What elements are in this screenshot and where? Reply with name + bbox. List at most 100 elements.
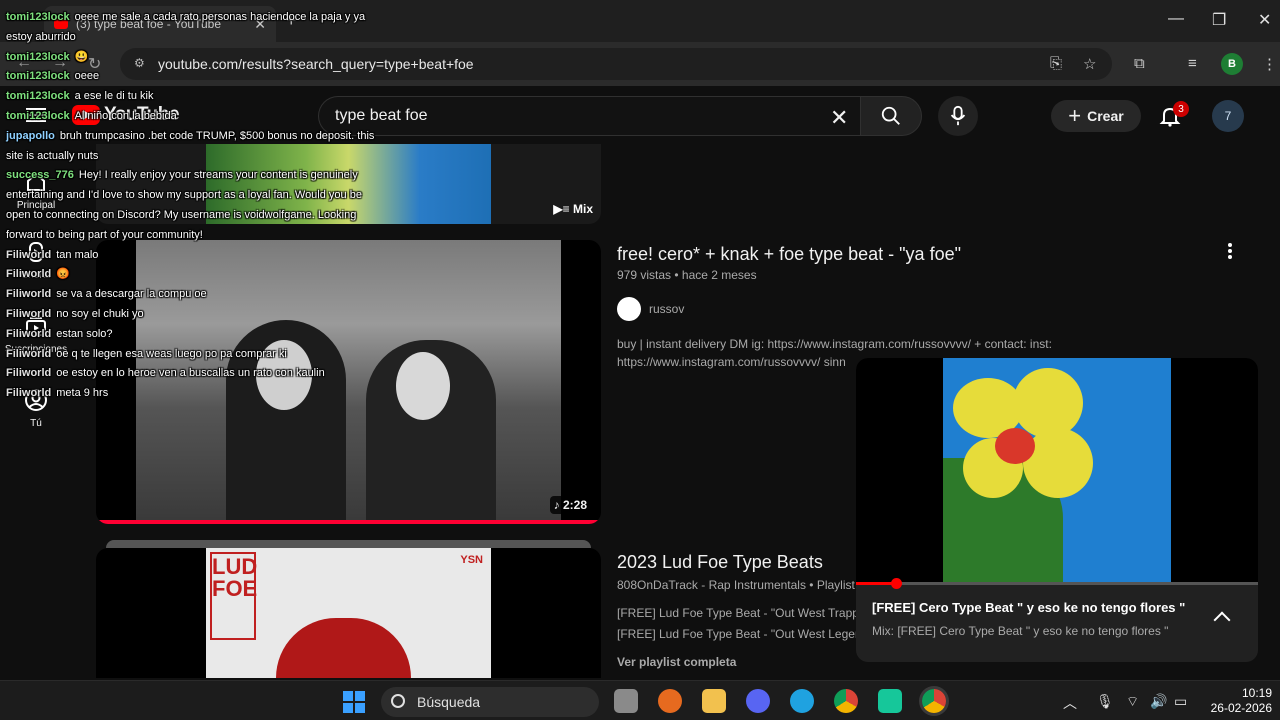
miniplayer-scrubber[interactable] (891, 578, 903, 589)
create-label: Crear (1087, 108, 1124, 124)
miniplayer-art (943, 358, 1171, 584)
chat-username: Filiworld (6, 347, 52, 360)
chat-message: tomi123lock oeee me sale a cada rato pers… (6, 8, 386, 48)
chat-message: success_776 Hey! I really enjoy your stre… (6, 166, 386, 245)
chat-username: Filiworld (6, 327, 52, 340)
chat-text: oe estoy en lo heroe ven a buscallas un … (56, 367, 325, 380)
chat-username: tomi123lock (6, 109, 70, 122)
browser-menu-icon[interactable]: ⋮ (1262, 55, 1277, 73)
mix-label-text: Mix (572, 202, 593, 216)
task-view-icon[interactable] (614, 689, 638, 713)
profile-avatar[interactable]: B (1221, 53, 1243, 75)
art-petal (1013, 368, 1083, 438)
chat-username: tomi123lock (6, 70, 70, 83)
chat-text: 😃 (74, 50, 89, 63)
chat-username: Filiworld (6, 248, 52, 261)
search-icon (881, 106, 900, 125)
microphone-tray-icon[interactable]: 🎙 (1096, 693, 1114, 710)
chat-username: Filiworld (6, 268, 52, 281)
playlist-stack-edge (106, 540, 591, 548)
chat-username: Filiworld (6, 288, 52, 301)
search-button[interactable] (860, 96, 922, 136)
playlist-item[interactable]: [FREE] Lud Foe Type Beat - "Out West Tra… (617, 606, 868, 620)
bookmark-star-icon[interactable]: ☆ (1083, 55, 1096, 73)
discord-icon[interactable] (746, 689, 770, 713)
notification-count-badge: 3 (1173, 101, 1189, 117)
chat-message: jupapollo bruh trumpcasino .bet code TRUM… (6, 127, 386, 167)
chat-username: Filiworld (6, 387, 52, 400)
chat-text: tan malo (56, 248, 99, 261)
chat-text: a ese le di tu kik (74, 90, 154, 103)
playlist-thumbnail[interactable]: LUD FOE YSN (96, 548, 601, 678)
screen: (3) type beat foe - YouTube ✕ + — ❐ ✕ ← … (0, 0, 1280, 720)
taskbar-search[interactable]: Búsqueda (381, 687, 599, 717)
miniplayer-progress-track[interactable] (856, 582, 1258, 585)
install-app-icon[interactable]: ⎘ (1050, 55, 1062, 72)
edge-icon[interactable] (790, 689, 814, 713)
chrome-icon[interactable] (834, 689, 858, 713)
miniplayer-subtitle: Mix: [FREE] Cero Type Beat " y eso ke no… (872, 624, 1169, 638)
windows-start-icon[interactable] (343, 691, 365, 713)
app-icon[interactable] (878, 689, 902, 713)
chat-message: tomi123lock Al niño con la bebida (6, 107, 386, 127)
close-window-button[interactable]: ✕ (1258, 10, 1271, 30)
create-button[interactable]: + Crear (1051, 100, 1141, 132)
art-flower-center (995, 428, 1035, 464)
chat-username: tomi123lock (6, 50, 70, 63)
watched-progress-bar (96, 520, 601, 524)
miniplayer[interactable]: [FREE] Cero Type Beat " y eso ke no teng… (856, 358, 1258, 662)
plus-icon: + (1068, 103, 1082, 128)
chat-username: Filiworld (6, 367, 52, 380)
playlist-art: LUD FOE YSN (206, 548, 491, 678)
video-meta: 979 vistas • hace 2 meses (617, 268, 757, 282)
minimize-button[interactable]: — (1168, 10, 1184, 28)
expand-chevron-icon[interactable] (1213, 611, 1231, 629)
thumbnail-figure (276, 618, 411, 678)
chat-text: Al niño con la bebida (74, 109, 177, 122)
chat-text: se va a descargar la compu oe (56, 288, 207, 301)
chat-message: Filiworld no soy el chuki yo (6, 305, 386, 325)
microphone-icon (950, 105, 966, 126)
channel-avatar[interactable] (617, 297, 641, 321)
chat-username: success_776 (6, 169, 74, 182)
wifi-icon[interactable]: ⌔ (1126, 693, 1139, 711)
duration-text: 2:28 (562, 498, 587, 512)
thumbnail-face (396, 352, 450, 420)
tray-overflow-icon[interactable]: ︿ (1063, 693, 1077, 713)
search-input[interactable]: type beat foe (318, 96, 860, 136)
miniplayer-title: [FREE] Cero Type Beat " y eso ke no teng… (872, 600, 1186, 615)
chat-message: Filiworld 😡 (6, 265, 386, 285)
battery-icon[interactable]: ▭ (1174, 693, 1187, 710)
clear-search-icon[interactable]: ✕ (830, 105, 848, 131)
video-description: buy | instant delivery DM ig: https://ww… (617, 337, 1052, 351)
chat-username: Filiworld (6, 307, 52, 320)
chat-message: Filiworld meta 9 hrs (6, 384, 386, 404)
user-avatar[interactable]: 7 (1212, 100, 1244, 132)
playlist-item[interactable]: [FREE] Lud Foe Type Beat - "Out West Leg… (617, 627, 868, 641)
system-clock[interactable]: 10:19 26-02-2026 (1208, 686, 1272, 716)
sidebar-label: Tú (30, 418, 42, 429)
chat-text: 😡 (56, 268, 70, 281)
video-description: https://www.instagram.com/russovvvv/ sin… (617, 355, 846, 369)
firefox-icon[interactable] (658, 689, 682, 713)
file-explorer-icon[interactable] (702, 689, 726, 713)
video-title[interactable]: free! cero* + knak + foe type beat - "ya… (617, 244, 961, 265)
miniplayer-progress-fill (856, 582, 897, 585)
chat-username: tomi123lock (6, 11, 70, 23)
extensions-icon[interactable]: ⧉ (1134, 55, 1145, 72)
miniplayer-video[interactable] (856, 358, 1258, 584)
voice-search-button[interactable] (938, 96, 978, 136)
channel-name[interactable]: russov (649, 302, 684, 316)
maximize-button[interactable]: ❐ (1212, 10, 1226, 30)
chat-message: tomi123lock 😃 (6, 48, 386, 68)
playlist-title[interactable]: 2023 Lud Foe Type Beats (617, 552, 823, 573)
stream-chat-overlay: tomi123lock oeee me sale a cada rato pers… (6, 8, 386, 404)
more-options-icon[interactable] (1227, 242, 1233, 260)
taskbar-search-placeholder: Búsqueda (417, 694, 481, 710)
chrome-profile-icon[interactable] (922, 689, 946, 713)
view-full-playlist-link[interactable]: Ver playlist completa (617, 655, 736, 669)
media-control-icon[interactable]: ≡ (1188, 55, 1197, 72)
lud-foe-logo: LUD FOE (210, 552, 257, 640)
chat-text: oeee (74, 70, 100, 83)
volume-icon[interactable]: 🔊 (1150, 693, 1167, 710)
